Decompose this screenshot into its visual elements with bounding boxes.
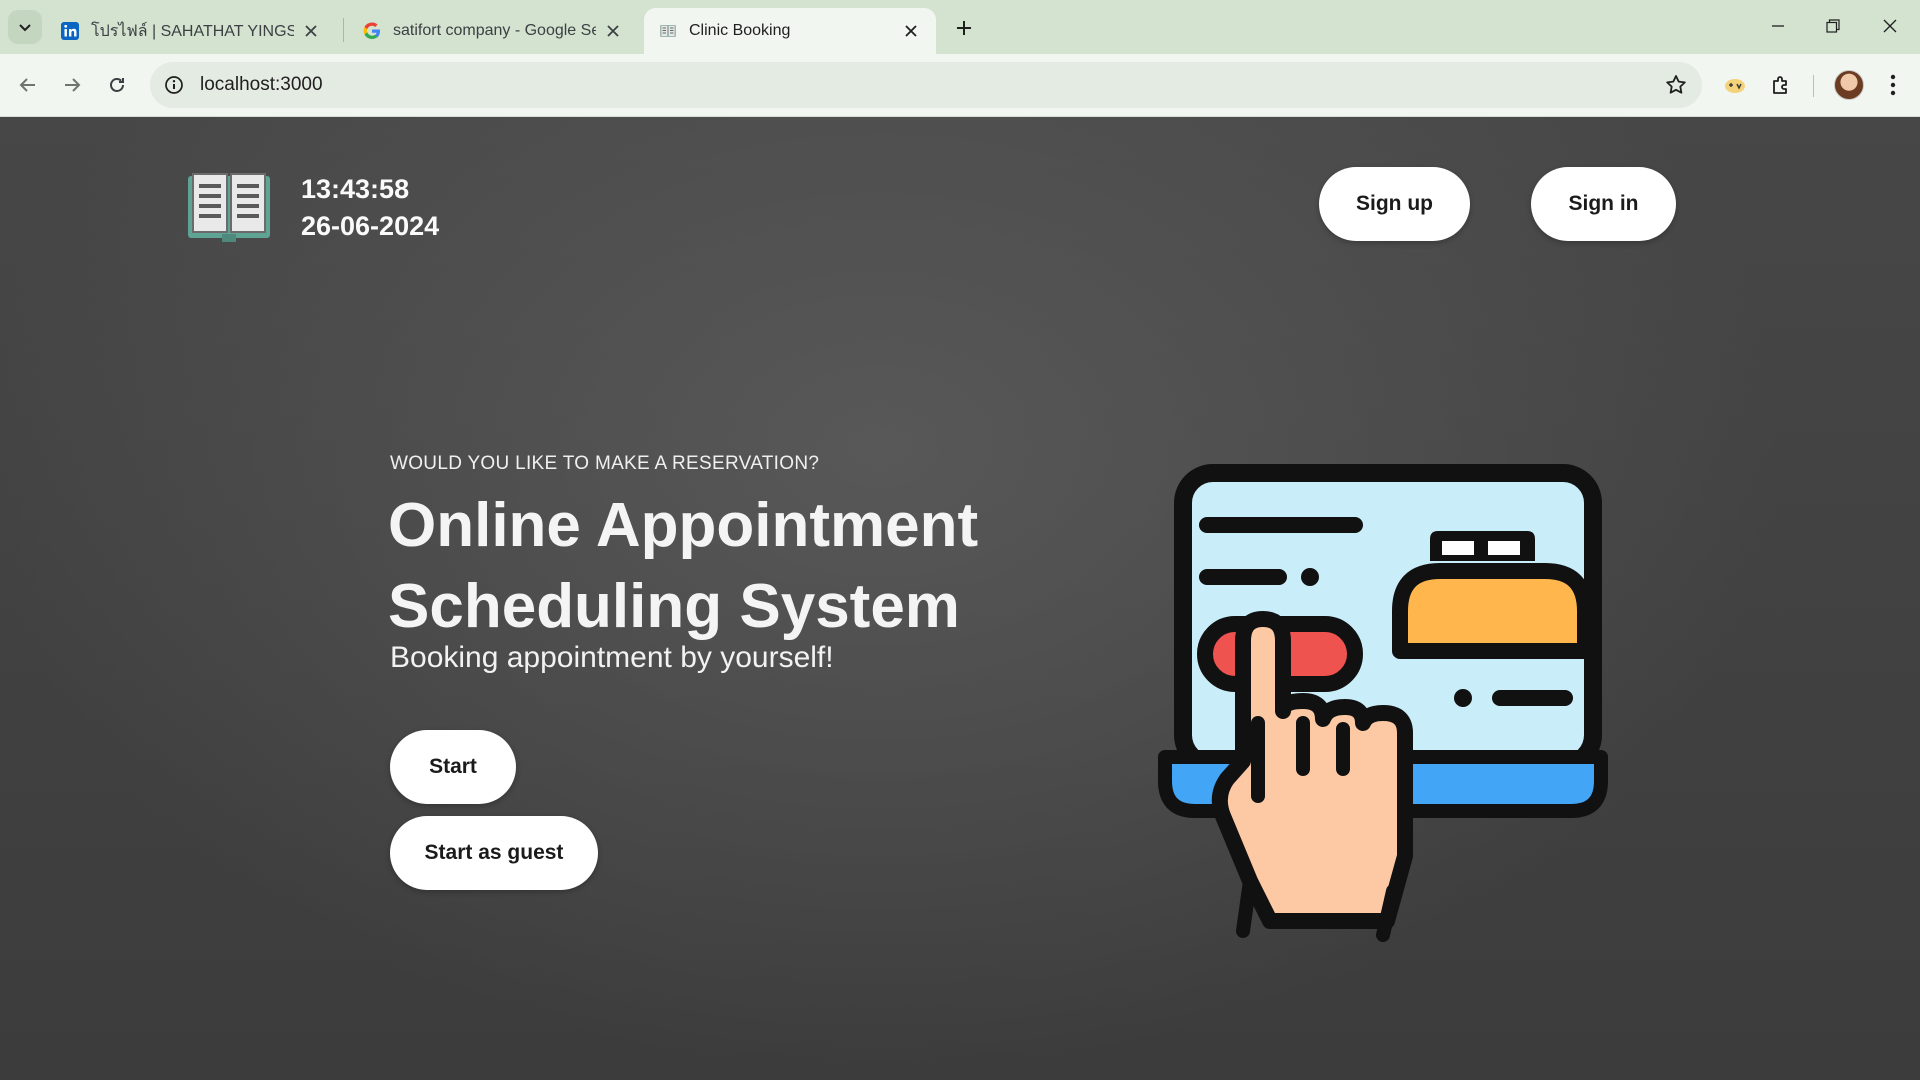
minimize-button[interactable] [1755, 8, 1801, 44]
book-icon [660, 25, 676, 37]
back-button[interactable] [10, 67, 46, 103]
tab-clinic-booking[interactable]: Clinic Booking [644, 8, 936, 54]
chevron-down-icon [19, 24, 31, 32]
title-line-1: Online Appointment [388, 491, 979, 560]
reload-icon [110, 78, 124, 92]
restore-button[interactable] [1810, 8, 1856, 44]
page-title: Online Appointment Scheduling System [388, 485, 1108, 647]
tab-title: โปรไฟล์ | SAHATHAT YINGSAKUL [91, 22, 294, 40]
reload-button[interactable] [99, 67, 135, 103]
close-icon [1883, 19, 1897, 33]
tab-title: satifort company - Google Search [393, 22, 596, 39]
current-date: 26-06-2024 [301, 211, 440, 241]
start-button[interactable]: Start [390, 730, 516, 804]
close-icon[interactable] [900, 20, 922, 42]
tab-title: Clinic Booking [689, 22, 791, 39]
tab-google-search[interactable]: satifort company - Google Search [348, 8, 638, 54]
close-window-button[interactable] [1867, 8, 1913, 44]
bookmark-star-icon[interactable] [1664, 73, 1688, 97]
profile-avatar[interactable] [1834, 70, 1864, 100]
google-icon [363, 22, 380, 39]
tab-linkedin[interactable]: โปรไฟล์ | SAHATHAT YINGSAKUL [46, 8, 336, 54]
extension-translate-icon[interactable] [1719, 69, 1751, 101]
title-line-2: Scheduling System [388, 572, 960, 641]
clock: 13:43:58 26-06-2024 [301, 171, 439, 245]
browser-tab-bar: โปรไฟล์ | SAHATHAT YINGSAKUL satifort co… [0, 0, 1920, 54]
book-logo-icon [188, 173, 270, 242]
toolbar-divider [1813, 75, 1814, 97]
url-text[interactable]: localhost:3000 [200, 74, 323, 96]
hero-eyebrow: WOULD YOU LIKE TO MAKE A RESERVATION? [390, 453, 820, 474]
touch-screen-booking-illustration [1158, 464, 1608, 942]
current-time: 13:43:58 [301, 174, 410, 204]
new-tab-button[interactable] [950, 14, 978, 42]
sign-up-button[interactable]: Sign up [1319, 167, 1470, 241]
arrow-right-icon [65, 78, 81, 92]
linkedin-icon [61, 22, 79, 40]
forward-button[interactable] [54, 67, 90, 103]
tab-separator [343, 18, 344, 42]
restore-icon [1826, 19, 1840, 33]
site-info-icon[interactable] [162, 73, 186, 97]
sign-in-button[interactable]: Sign in [1531, 167, 1676, 241]
extensions-puzzle-icon[interactable] [1765, 69, 1797, 101]
address-bar[interactable]: localhost:3000 [150, 62, 1702, 108]
close-icon[interactable] [300, 20, 322, 42]
plus-icon [957, 21, 971, 35]
arrow-left-icon [19, 78, 35, 92]
close-icon[interactable] [602, 20, 624, 42]
landing-page: 13:43:58 26-06-2024 Sign up Sign in WOUL… [0, 117, 1920, 1080]
hero-subtitle: Booking appointment by yourself! [390, 641, 834, 674]
browser-toolbar: localhost:3000 [0, 54, 1920, 117]
minimize-icon [1772, 25, 1784, 27]
menu-kebab-icon[interactable] [1877, 69, 1909, 101]
start-as-guest-button[interactable]: Start as guest [390, 816, 598, 890]
tab-search-button[interactable] [8, 10, 42, 44]
